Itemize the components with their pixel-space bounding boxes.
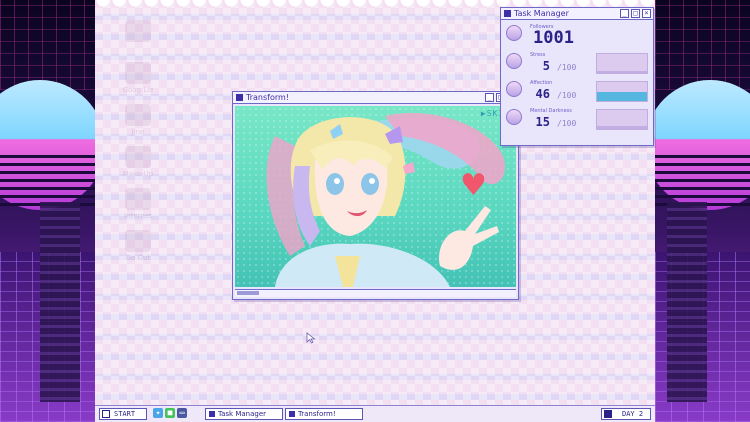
stat-max: /100 xyxy=(557,91,577,100)
taskbar-item-label: Transform! xyxy=(298,410,336,418)
taskbar-item-task-manager[interactable]: Task Manager xyxy=(205,408,283,420)
makeup-icon xyxy=(125,146,151,168)
desktop-icon-make-up[interactable]: Make-Up xyxy=(113,146,163,186)
machinery-tower xyxy=(40,202,80,402)
transform-statusbar xyxy=(235,289,516,297)
stat-value: 5 xyxy=(542,59,550,73)
stat-gauge xyxy=(596,53,648,74)
neon-grid xyxy=(655,0,750,90)
go-out-icon xyxy=(125,230,151,252)
task-manager-window[interactable]: Task Manager _ □ × Followers 1001 Stress… xyxy=(500,7,654,146)
desktop-icon-trash[interactable] xyxy=(113,20,163,60)
desktop-icon-goog-lie[interactable]: Goog Lie xyxy=(113,62,163,102)
taskbar-item-transform[interactable]: Transform! xyxy=(285,408,363,420)
window-icon xyxy=(504,10,511,17)
taskbar-item-label: Task Manager xyxy=(218,410,267,418)
left-backdrop xyxy=(0,0,95,422)
stat-max: /100 xyxy=(557,119,577,128)
desktop-icon-jine[interactable]: Jine xyxy=(113,104,163,144)
stat-gauge xyxy=(596,109,648,130)
day-label: DAY 2 xyxy=(622,410,644,418)
search-icon xyxy=(125,62,151,84)
sun-stripes xyxy=(655,150,750,210)
twitter-icon[interactable]: ✦ xyxy=(153,408,163,418)
tray-icons: ✦ ■ ▭ xyxy=(153,408,187,418)
line-icon[interactable]: ■ xyxy=(165,408,175,418)
task-manager-titlebar[interactable]: Task Manager _ □ × xyxy=(501,8,653,20)
start-icon xyxy=(102,410,110,418)
day-indicator[interactable]: DAY 2 xyxy=(601,408,651,420)
sun-stripes xyxy=(0,150,95,210)
avatar-icon xyxy=(506,53,522,69)
transform-animation: ▶SKIP ♥ xyxy=(235,106,516,287)
machinery-tower xyxy=(667,202,707,402)
avatar-icon xyxy=(506,25,522,41)
trash-icon xyxy=(125,20,151,42)
desktop-icons: Goog Lie Jine Make-Up Internet Go Out xyxy=(113,18,183,272)
calendar-icon xyxy=(604,410,612,418)
chat-icon xyxy=(125,104,151,126)
mouse-cursor-icon xyxy=(306,332,316,344)
stat-value: 1001 xyxy=(533,28,574,48)
progress-bar xyxy=(237,291,259,295)
stat-gauge xyxy=(596,81,648,102)
stat-label: Stress xyxy=(530,52,546,58)
right-backdrop xyxy=(655,0,750,422)
gauge-fill xyxy=(597,126,647,129)
start-label: START xyxy=(114,410,136,418)
neon-grid xyxy=(0,0,95,90)
transform-window[interactable]: Transform! _ □ × xyxy=(232,91,519,300)
stat-value: 15 xyxy=(535,115,550,129)
internet-icon xyxy=(125,188,151,210)
window-icon xyxy=(236,94,243,101)
minimize-button[interactable]: _ xyxy=(485,93,494,102)
heart-icon: ♥ xyxy=(460,168,487,203)
avatar-icon xyxy=(506,81,522,97)
window-title: Task Manager xyxy=(514,9,569,18)
window-title: Transform! xyxy=(246,93,289,102)
start-button[interactable]: START xyxy=(99,408,147,420)
stat-followers: Followers 1001 xyxy=(504,23,650,51)
task-manager-stats: Followers 1001 Stress 5 /100 Affection 4… xyxy=(504,23,650,142)
stat-affection: Affection 46 /100 xyxy=(504,79,650,107)
gauge-fill xyxy=(597,71,647,73)
window-icon xyxy=(209,411,215,417)
stat-label: Mental Darkness xyxy=(530,108,572,114)
stat-label: Affection xyxy=(530,80,553,86)
transform-titlebar[interactable]: Transform! _ □ × xyxy=(233,92,518,104)
window-icon xyxy=(289,411,295,417)
gauge-fill xyxy=(597,92,647,101)
stat-stress: Stress 5 /100 xyxy=(504,51,650,79)
maximize-button[interactable]: □ xyxy=(631,9,640,18)
taskbar: START ✦ ■ ▭ Task Manager Transform! DAY … xyxy=(95,405,655,422)
desktop-icon-internet[interactable]: Internet xyxy=(113,188,163,228)
stat-mental-darkness: Mental Darkness 15 /100 xyxy=(504,107,650,135)
avatar-icon xyxy=(506,109,522,125)
monitor-icon[interactable]: ▭ xyxy=(177,408,187,418)
desktop-icon-go-out[interactable]: Go Out xyxy=(113,230,163,270)
minimize-button[interactable]: _ xyxy=(620,9,629,18)
stat-value: 46 xyxy=(535,87,550,101)
close-button[interactable]: × xyxy=(642,9,651,18)
stat-max: /100 xyxy=(557,63,577,72)
